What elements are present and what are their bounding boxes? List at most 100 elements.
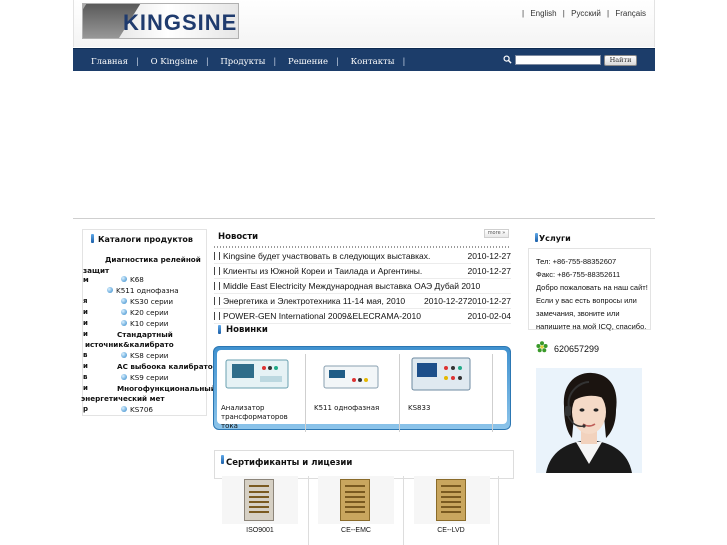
news-item[interactable]: POWER-GEN International 2009&ELECRAMA-20…: [214, 311, 511, 324]
certificates-title: Сертификанты и лицезии: [226, 458, 353, 468]
logo-text: KINGSINE: [123, 10, 238, 35]
k20-dot-icon: [121, 309, 127, 315]
product-separator: [492, 354, 493, 432]
nav-item-contacts[interactable]: Контакты: [351, 57, 395, 67]
certificate-separator: [498, 476, 499, 545]
services-title: Услуги: [539, 234, 571, 243]
certificate-image[interactable]: [340, 479, 370, 521]
product-label[interactable]: Анализатор трансформаторов тока: [221, 404, 301, 431]
news-more-button[interactable]: more »: [484, 229, 509, 238]
certificate-label[interactable]: CE--EMC: [321, 527, 391, 534]
certificate-label[interactable]: CE--LVD: [416, 527, 486, 534]
icq-number[interactable]: 620657299: [554, 344, 599, 354]
product-label[interactable]: K511 однофазная: [314, 404, 396, 413]
nav-item-about[interactable]: O Kingsine: [151, 57, 198, 67]
services-text: Тел: +86-755-88352607 Факс: +86-755-8835…: [536, 255, 654, 333]
search-button[interactable]: Найти: [604, 55, 637, 66]
catalog-fragment: и: [83, 384, 88, 392]
product-image[interactable]: [316, 356, 388, 396]
news-item-title[interactable]: Клиенты из Южной Кореи и Таилада и Арген…: [223, 266, 422, 276]
news-bracket-icon: [214, 297, 220, 305]
lang-english-link[interactable]: English: [530, 9, 556, 18]
catalog-fragment: р: [83, 405, 89, 413]
ks30-dot-icon: [121, 298, 127, 304]
news-item-title[interactable]: Энергетика и Электротехника 11-14 мая, 2…: [223, 296, 405, 306]
new-products-bullet-icon: [218, 325, 221, 334]
news-item-title[interactable]: Kingsine будет участвовать в следующих в…: [223, 251, 430, 261]
icq-flower-icon[interactable]: [536, 341, 548, 353]
product-image[interactable]: [408, 354, 480, 394]
nav-item-solutions[interactable]: Решение: [288, 57, 328, 67]
nav-item-products[interactable]: Продукты: [220, 57, 265, 67]
language-switcher: | English | Русский | Français: [522, 9, 647, 18]
news-item-date: 2010-02-04: [467, 311, 511, 321]
news-bracket-icon: [214, 282, 220, 290]
content-divider: [73, 218, 655, 219]
news-item[interactable]: Middle East Electricity Международная вы…: [214, 281, 511, 294]
new-products-title: Новинки: [226, 325, 268, 335]
catalog-item-k10[interactable]: K10 серии: [130, 319, 168, 328]
nav-item-home[interactable]: Главная: [91, 57, 128, 67]
certificate-label[interactable]: ISO9001: [225, 527, 295, 534]
news-item-date: 2010-12-27: [467, 266, 511, 276]
ks9-dot-icon: [121, 374, 127, 380]
k68-dot-icon: [121, 276, 127, 282]
catalog-item-ks9[interactable]: KS9 серии: [130, 373, 168, 382]
news-bracket-icon: [214, 312, 220, 320]
news-item[interactable]: Kingsine будет участвовать в следующих в…: [214, 251, 511, 264]
news-item-title[interactable]: POWER-GEN International 2009&ELECRAMA-20…: [223, 311, 421, 321]
catalog-title: Каталоги продуктов: [98, 235, 193, 244]
catalog-fragment: в: [83, 373, 88, 381]
search-icon: [503, 55, 512, 64]
k10-dot-icon: [121, 320, 127, 326]
ks8-dot-icon: [121, 352, 127, 358]
page: KINGSINE | English | Русский | Français …: [0, 0, 727, 545]
services-phone: Тел: +86-755-88352607: [536, 257, 617, 266]
catalog-item-relay-diagnostics-cont[interactable]: защит: [83, 266, 109, 275]
services-welcome: Добро пожаловать на наш сайт! Если у вас…: [536, 283, 648, 331]
catalog-item-standard-source[interactable]: Стандартный: [117, 330, 173, 339]
product-separator: [399, 354, 400, 432]
catalog-fragment: в: [83, 351, 88, 359]
news-item-date: 2010-12-272010-12-27: [424, 296, 511, 306]
support-agent-photo: [536, 368, 642, 473]
kingsine-logo[interactable]: KINGSINE: [82, 3, 239, 39]
catalog-item-ac-calibrator[interactable]: AC выбоока калибрато: [117, 362, 213, 371]
product-label[interactable]: KS833: [408, 404, 488, 413]
product-image[interactable]: [222, 354, 294, 394]
catalog-item-k20[interactable]: K20 серии: [130, 308, 168, 317]
catalog-bullet-icon: [91, 234, 94, 243]
news-item[interactable]: Клиенты из Южной Кореи и Таилада и Арген…: [214, 266, 511, 279]
certificate-image[interactable]: [244, 479, 274, 521]
news-bracket-icon: [214, 252, 220, 260]
news-item-title[interactable]: Middle East Electricity Международная вы…: [223, 281, 480, 291]
services-bullet-icon: [535, 233, 538, 242]
certificates-bullet-icon: [221, 455, 224, 464]
catalog-item-multifunction-meter-cont[interactable]: энергетический мет: [81, 394, 165, 403]
catalog-item-standard-source-cont[interactable]: источник&калибрато: [85, 340, 174, 349]
k511-dot-icon: [107, 287, 113, 293]
news-title: Новости: [218, 232, 259, 242]
certificate-separator: [308, 476, 309, 545]
catalog-item-ks8[interactable]: KS8 серии: [130, 351, 168, 360]
news-item-date: 2010-12-27: [467, 251, 511, 261]
catalog-item-ks30[interactable]: KS30 серии: [130, 297, 173, 306]
search-input[interactable]: [515, 55, 601, 65]
certificate-separator: [403, 476, 404, 545]
certificate-image[interactable]: [436, 479, 466, 521]
catalog-fragment: и: [83, 319, 88, 327]
catalog-item-ks706[interactable]: KS706: [130, 405, 153, 414]
ks706-dot-icon: [121, 406, 127, 412]
news-bracket-icon: [214, 267, 220, 275]
catalog-item-multifunction-meter[interactable]: Многофункциональный: [117, 384, 216, 393]
catalog-item-k68[interactable]: K68: [130, 275, 144, 284]
lang-french-link[interactable]: Français: [615, 9, 646, 18]
news-item[interactable]: Энергетика и Электротехника 11-14 мая, 2…: [214, 296, 511, 309]
product-separator: [305, 354, 306, 432]
catalog-fragment: и: [83, 308, 88, 316]
catalog-fragment: м: [83, 276, 89, 284]
catalog-item-relay-diagnostics[interactable]: Диагностика релейной: [105, 255, 201, 264]
catalog-fragment: и: [83, 330, 88, 338]
lang-russian-link[interactable]: Русский: [571, 9, 601, 18]
catalog-item-k511[interactable]: K511 однофазна: [116, 286, 179, 295]
